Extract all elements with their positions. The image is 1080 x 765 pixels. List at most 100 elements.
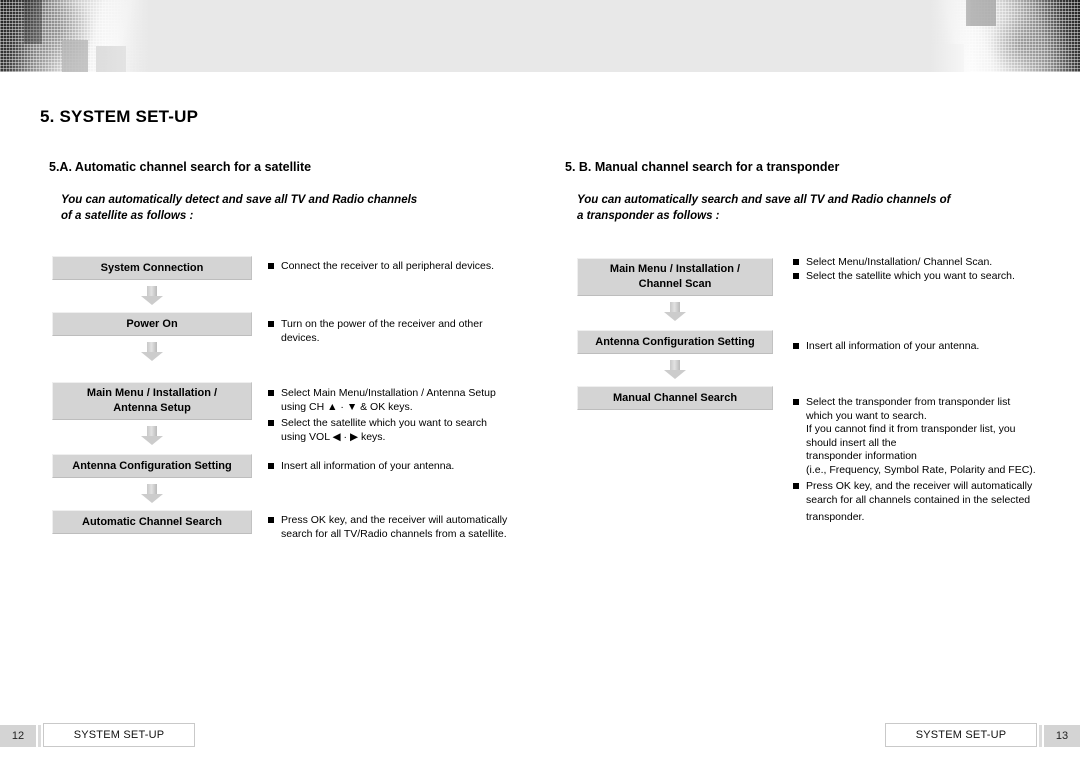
intro-right-line-2: a transponder as follows : bbox=[577, 210, 720, 222]
note-line-5: transponder information bbox=[806, 450, 917, 462]
flow-box-manual-channel-search[interactable]: Manual Channel Search bbox=[577, 386, 773, 410]
note-line-4: should insert all the bbox=[806, 436, 897, 449]
down-arrow-icon-3 bbox=[139, 426, 165, 448]
flow-box-label: Automatic Channel Search bbox=[82, 515, 222, 528]
section-intro-right: You can automatically search and save al… bbox=[577, 192, 1007, 224]
banner-right-fade bbox=[930, 0, 972, 72]
note-item: Press OK key, and the receiver will auto… bbox=[268, 514, 520, 541]
flow-box-label: Manual Channel Search bbox=[612, 391, 738, 404]
note-text: Select Menu/Installation/ Channel Scan. bbox=[806, 256, 1043, 270]
down-arrow-icon-2 bbox=[662, 360, 688, 382]
note-item: Select Main Menu/Installation / Antenna … bbox=[268, 387, 518, 414]
intro-left-line-1: You can automatically detect and save al… bbox=[61, 194, 418, 206]
note-line-3: transponder. bbox=[806, 511, 865, 523]
note-item: Select Menu/Installation/ Channel Scan. bbox=[793, 256, 1043, 270]
note-line-1: Select the satellite which you want to s… bbox=[806, 270, 1015, 282]
flow-box-label: Antenna Configuration Setting bbox=[72, 459, 232, 472]
note-line-1: Press OK key, and the receiver will auto… bbox=[281, 514, 508, 526]
footer-label-right: SYSTEM SET-UP bbox=[885, 723, 1037, 747]
note-line-2: using CH ▲ · ▼ & OK keys. bbox=[281, 400, 413, 413]
down-arrow-icon-4 bbox=[139, 484, 165, 506]
banner-left-graphic bbox=[0, 0, 150, 72]
bullet-square-icon bbox=[793, 483, 799, 489]
bullet-square-icon bbox=[268, 321, 274, 327]
note-text: Insert all information of your antenna. bbox=[281, 460, 518, 474]
section-heading-left: 5.A. Automatic channel search for a sate… bbox=[49, 160, 312, 174]
flow-box-label-line-2: Channel Scan bbox=[638, 278, 712, 290]
note-text: Select the satellite which you want to s… bbox=[806, 270, 1043, 284]
page-title: 5. SYSTEM SET-UP bbox=[40, 107, 199, 126]
banner-right-graphic bbox=[930, 0, 1080, 72]
note-line-1: Select the transponder from transponder … bbox=[806, 396, 1011, 408]
down-arrow-icon-2 bbox=[139, 342, 165, 364]
bullet-square-icon bbox=[268, 263, 274, 269]
note-line-1: Insert all information of your antenna. bbox=[806, 340, 980, 352]
down-arrow-icon-1 bbox=[662, 302, 688, 324]
banner-left-block-1 bbox=[62, 40, 88, 72]
banner-left-block-3 bbox=[24, 0, 42, 44]
flow-box-power-on[interactable]: Power On bbox=[52, 312, 252, 336]
note-text: Select Main Menu/Installation / Antenna … bbox=[281, 387, 518, 414]
flow-box-label-line-2: Antenna Setup bbox=[113, 402, 191, 414]
down-arrow-icon-1 bbox=[139, 286, 165, 308]
intro-right-line-1: You can automatically search and save al… bbox=[577, 194, 951, 206]
flow-box-automatic-channel-search[interactable]: Automatic Channel Search bbox=[52, 510, 252, 534]
note-item: Turn on the power of the receiver and ot… bbox=[268, 318, 508, 345]
flow-box-system-connection[interactable]: System Connection bbox=[52, 256, 252, 280]
flow-box-label: Power On bbox=[126, 317, 178, 330]
bullet-square-icon bbox=[268, 463, 274, 469]
note-line-1: Select Menu/Installation/ Channel Scan. bbox=[806, 256, 993, 268]
intro-left-line-2: of a satellite as follows : bbox=[61, 210, 194, 222]
note-line-2: search for all channels contained in the… bbox=[806, 493, 1031, 506]
note-line-1: Turn on the power of the receiver and ot… bbox=[281, 318, 483, 330]
note-line-3: If you cannot find it from transponder l… bbox=[806, 423, 1016, 435]
note-item: Insert all information of your antenna. bbox=[268, 460, 518, 474]
flow-box-main-menu-channel-scan[interactable]: Main Menu / Installation / Channel Scan bbox=[577, 258, 773, 296]
note-line-6: (i.e., Frequency, Symbol Rate, Polarity … bbox=[806, 463, 1036, 476]
bullet-square-icon bbox=[793, 399, 799, 405]
note-text: Press OK key, and the receiver will auto… bbox=[281, 514, 520, 541]
note-line-2: using VOL ◀ · ▶ keys. bbox=[281, 430, 386, 443]
bullet-square-icon bbox=[268, 390, 274, 396]
section-heading-right: 5. B. Manual channel search for a transp… bbox=[565, 160, 840, 174]
page-number-right: 13 bbox=[1044, 725, 1080, 747]
flow-box-antenna-configuration-setting[interactable]: Antenna Configuration Setting bbox=[52, 454, 252, 478]
bullet-square-icon bbox=[268, 517, 274, 523]
bullet-square-icon bbox=[793, 259, 799, 265]
header-banner bbox=[0, 0, 1080, 72]
note-line-1: Connect the receiver to all peripheral d… bbox=[281, 260, 495, 272]
note-text: Press OK key, and the receiver will auto… bbox=[806, 480, 1055, 525]
footer-divider-right bbox=[1039, 725, 1042, 747]
note-text: Select the satellite which you want to s… bbox=[281, 417, 518, 444]
note-item: Press OK key, and the receiver will auto… bbox=[793, 480, 1055, 525]
note-line-1: Press OK key, and the receiver will auto… bbox=[806, 480, 1033, 492]
note-item: Select the satellite which you want to s… bbox=[793, 270, 1043, 284]
note-text: Select the transponder from transponder … bbox=[806, 396, 1055, 477]
bullet-square-icon bbox=[793, 273, 799, 279]
note-text: Insert all information of your antenna. bbox=[806, 340, 1043, 354]
note-line-1: Select Main Menu/Installation / Antenna … bbox=[281, 387, 496, 399]
note-line-1: Insert all information of your antenna. bbox=[281, 460, 455, 472]
page-number-left: 12 bbox=[0, 725, 36, 747]
note-item: Insert all information of your antenna. bbox=[793, 340, 1043, 354]
section-intro-left: You can automatically detect and save al… bbox=[61, 192, 481, 224]
note-line-2: which you want to search. bbox=[806, 409, 927, 422]
note-text: Turn on the power of the receiver and ot… bbox=[281, 318, 508, 345]
footer-divider-left bbox=[38, 725, 41, 747]
note-text: Connect the receiver to all peripheral d… bbox=[281, 260, 518, 274]
note-line-2: devices. bbox=[281, 331, 320, 344]
flow-box-antenna-configuration-setting[interactable]: Antenna Configuration Setting bbox=[577, 330, 773, 354]
flow-box-main-menu-antenna-setup[interactable]: Main Menu / Installation / Antenna Setup bbox=[52, 382, 252, 420]
note-line-1: Select the satellite which you want to s… bbox=[281, 417, 488, 429]
flow-box-label-line-1: Main Menu / Installation / bbox=[86, 387, 218, 399]
note-item: Select the satellite which you want to s… bbox=[268, 417, 518, 444]
flow-box-label-line-1: Main Menu / Installation / bbox=[609, 263, 741, 275]
banner-left-fade bbox=[104, 0, 150, 72]
note-item: Select the transponder from transponder … bbox=[793, 396, 1055, 477]
note-line-2: search for all TV/Radio channels from a … bbox=[281, 527, 507, 540]
flow-box-label: System Connection bbox=[100, 261, 204, 274]
note-item: Connect the receiver to all peripheral d… bbox=[268, 260, 518, 274]
footer-label-left: SYSTEM SET-UP bbox=[43, 723, 195, 747]
flow-box-label: Antenna Configuration Setting bbox=[595, 335, 755, 348]
bullet-square-icon bbox=[793, 343, 799, 349]
